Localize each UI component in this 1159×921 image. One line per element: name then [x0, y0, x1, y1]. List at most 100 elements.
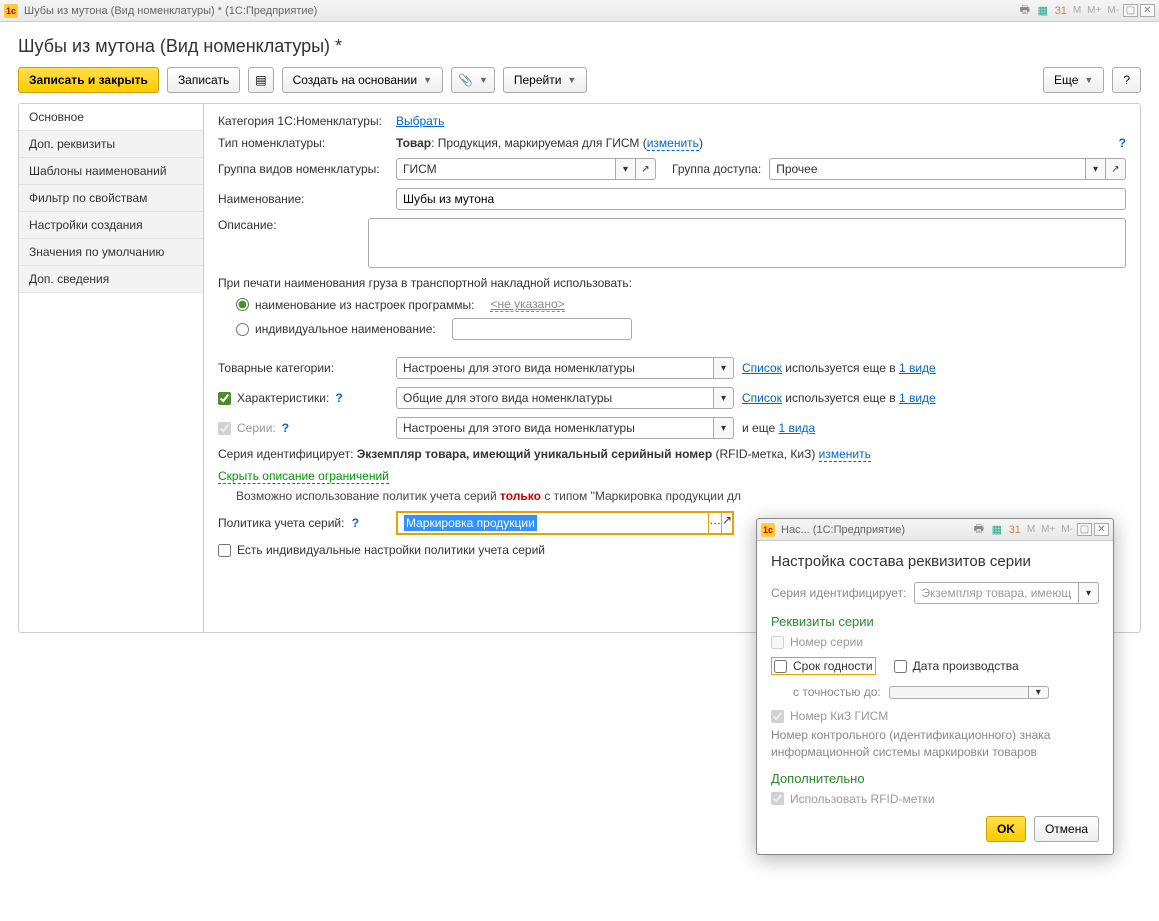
dlg-ident-label: Серия идентифицирует: — [771, 586, 906, 600]
print-icon[interactable]: 🖶 — [1017, 3, 1033, 19]
sidebar-item-extra-info[interactable]: Доп. сведения — [19, 266, 203, 293]
access-field[interactable]: Прочее ▾ ↗ — [769, 158, 1126, 180]
radio-individual-label: индивидуальное наименование: — [255, 322, 436, 336]
characteristics-help-icon[interactable]: ? — [335, 391, 342, 405]
dropdown-icon[interactable]: ▾ — [616, 158, 636, 180]
dropdown-icon[interactable]: ▾ — [714, 417, 734, 439]
mem-m-icon[interactable]: M — [1071, 3, 1083, 19]
access-label: Группа доступа: — [672, 162, 761, 176]
save-close-button[interactable]: Записать и закрыть — [18, 67, 159, 93]
attach-button[interactable]: 📎▼ — [451, 67, 495, 93]
dlg-ok-button[interactable]: OK — [986, 816, 1026, 842]
type-help-icon[interactable]: ? — [1119, 136, 1126, 150]
app-logo-icon: 1c — [4, 4, 18, 18]
minimize-icon[interactable]: ▢ — [1123, 4, 1138, 17]
dlg-section-requisites: Реквизиты серии — [771, 614, 1099, 629]
print-caption: При печати наименования груза в транспор… — [218, 276, 1126, 290]
series-select[interactable]: Настроены для этого вида номенклатуры ▾ — [396, 417, 734, 439]
radio-program-label: наименование из настроек программы: — [255, 298, 474, 312]
group-field[interactable]: ГИСМ ▾ ↗ — [396, 158, 656, 180]
series-label-wrap: Серии: ? — [218, 421, 388, 435]
categories-select[interactable]: Настроены для этого вида номенклатуры ▾ — [396, 357, 734, 379]
characteristics-select[interactable]: Общие для этого вида номенклатуры ▾ — [396, 387, 734, 409]
radio-individual-name[interactable] — [236, 323, 249, 336]
categories-list-link[interactable]: Список — [742, 361, 782, 375]
mem-m-icon[interactable]: M — [1025, 522, 1037, 538]
type-change-link[interactable]: изменить — [647, 136, 699, 151]
calc-icon[interactable]: ▦ — [989, 522, 1005, 538]
dropdown-icon[interactable]: ▾ — [1086, 158, 1106, 180]
close-icon[interactable]: ✕ — [1140, 4, 1155, 17]
titlebar-controls: 🖶 ▦ 31 M M+ M- ▢ ✕ — [1017, 3, 1155, 19]
sidebar-item-extras[interactable]: Доп. реквизиты — [19, 131, 203, 158]
program-name-hint[interactable]: <не указано> — [490, 297, 564, 312]
mem-mplus-icon[interactable]: M+ — [1085, 3, 1103, 19]
characteristics-checkbox[interactable] — [218, 392, 231, 405]
dropdown-icon[interactable]: ▾ — [714, 357, 734, 379]
type-value: Товар: Продукция, маркируемая для ГИСМ (… — [396, 136, 703, 150]
series-checkbox — [218, 422, 231, 435]
mem-mminus-icon[interactable]: M- — [1105, 3, 1121, 19]
window-title: Шубы из мутона (Вид номенклатуры) * (1С:… — [24, 5, 1017, 17]
open-icon[interactable]: ↗ — [636, 158, 656, 180]
go-button[interactable]: Перейти▼ — [503, 67, 587, 93]
name-input[interactable] — [396, 188, 1126, 210]
hide-restrictions-link[interactable]: Скрыть описание ограничений — [218, 469, 389, 484]
more-button[interactable]: Еще▼ — [1043, 67, 1104, 93]
series-help-icon[interactable]: ? — [282, 421, 289, 435]
dropdown-icon[interactable]: ▾ — [714, 387, 734, 409]
dialog-titlebar: 1c Нас... (1С:Предприятие) 🖶 ▦ 31 M M+ M… — [757, 519, 1113, 541]
policy-label: Политика учета серий: ? — [218, 516, 388, 530]
page-title: Шубы из мутона (Вид номенклатуры) * — [18, 36, 1141, 57]
calendar-icon[interactable]: 31 — [1053, 3, 1069, 19]
form-icon-button[interactable]: ▤ — [248, 67, 273, 93]
series-more-link[interactable]: 1 вида — [778, 421, 815, 435]
ellipsis-icon[interactable]: … — [709, 512, 722, 534]
chars-used-link[interactable]: 1 виде — [899, 391, 936, 405]
page-header: Шубы из мутона (Вид номенклатуры) * — [0, 22, 1159, 67]
series-ident-change-link[interactable]: изменить — [819, 447, 871, 462]
create-based-button[interactable]: Создать на основании▼ — [282, 67, 443, 93]
close-icon[interactable]: ✕ — [1094, 523, 1109, 536]
dropdown-icon[interactable]: ▾ — [1079, 582, 1099, 604]
mem-mminus-icon[interactable]: M- — [1059, 522, 1075, 538]
toolbar: Записать и закрыть Записать ▤ Создать на… — [0, 67, 1159, 103]
dropdown-icon[interactable]: ▾ — [1029, 686, 1049, 699]
sidebar-item-templates[interactable]: Шаблоны наименований — [19, 158, 203, 185]
dlg-chk-expiry[interactable] — [774, 660, 787, 673]
main-titlebar: 1c Шубы из мутона (Вид номенклатуры) * (… — [0, 0, 1159, 22]
radio-program-name[interactable] — [236, 298, 249, 311]
print-icon[interactable]: 🖶 — [971, 522, 987, 538]
policy-field[interactable]: Маркировка продукции … ↗ — [396, 511, 734, 535]
restriction-text: Возможно использование политик учета сер… — [218, 489, 1126, 503]
calc-icon[interactable]: ▦ — [1035, 3, 1051, 19]
help-button[interactable]: ? — [1112, 67, 1141, 93]
type-label: Тип номенклатуры: — [218, 136, 388, 150]
series-settings-dialog: 1c Нас... (1С:Предприятие) 🖶 ▦ 31 M M+ M… — [756, 518, 1114, 855]
calendar-icon[interactable]: 31 — [1007, 522, 1023, 538]
dlg-ident-select[interactable]: Экземпляр товара, имеющ ▾ — [914, 582, 1099, 604]
dlg-section-additional: Дополнительно — [771, 771, 1099, 786]
dlg-cancel-button[interactable]: Отмена — [1034, 816, 1099, 842]
individual-policy-checkbox[interactable] — [218, 544, 231, 557]
sidebar-item-filter[interactable]: Фильтр по свойствам — [19, 185, 203, 212]
category-choose-link[interactable]: Выбрать — [396, 114, 444, 128]
dlg-chk-prod-date[interactable] — [894, 660, 907, 673]
sidebar-item-defaults[interactable]: Значения по умолчанию — [19, 239, 203, 266]
open-icon[interactable]: ↗ — [1106, 158, 1126, 180]
chars-list-link[interactable]: Список — [742, 391, 782, 405]
categories-used-link[interactable]: 1 виде — [899, 361, 936, 375]
save-button[interactable]: Записать — [167, 67, 240, 93]
sidebar-item-main[interactable]: Основное — [19, 104, 203, 131]
individual-name-input[interactable] — [452, 318, 632, 340]
sidebar-item-create-settings[interactable]: Настройки создания — [19, 212, 203, 239]
individual-policy-label: Есть индивидуальные настройки политики у… — [237, 543, 545, 557]
dlg-precision-select[interactable]: ▾ — [889, 686, 1049, 699]
app-logo-icon: 1c — [761, 523, 775, 537]
open-icon[interactable]: ↗ — [722, 512, 733, 534]
desc-textarea[interactable] — [368, 218, 1126, 268]
dlg-chk-number — [771, 636, 784, 649]
minimize-icon[interactable]: ▢ — [1077, 523, 1092, 536]
policy-help-icon[interactable]: ? — [352, 516, 359, 530]
mem-mplus-icon[interactable]: M+ — [1039, 522, 1057, 538]
